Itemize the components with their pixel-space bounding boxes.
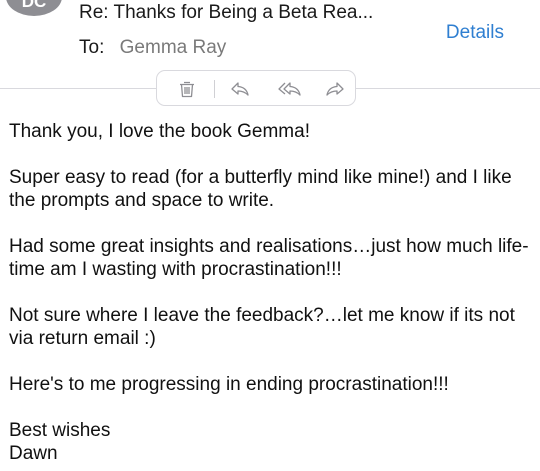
signature-block: Best wishes Dawn [9,419,534,465]
paragraph-4: Here's to me progressing in ending procr… [9,374,449,395]
trash-button[interactable] [176,78,198,100]
signoff-text: Best wishes [9,420,111,441]
reply-all-button[interactable] [277,78,301,100]
forward-icon [326,82,344,96]
paragraph-1: Super easy to read (for a butterfly mind… [9,167,512,211]
divider-left [0,88,156,89]
paragraph-2: Had some great insights and realisations… [9,236,529,280]
paragraph-3: Not sure where I leave the feedback?…let… [9,305,515,349]
toolbar-separator [214,80,215,98]
email-subject: Re: Thanks for Being a Beta Rea... [79,2,374,23]
email-view: DC Re: Thanks for Being a Beta Rea... To… [0,0,540,471]
reply-all-icon [278,82,301,96]
message-toolbar [156,70,356,106]
to-label: To: [79,37,105,58]
divider-right [356,88,540,89]
recipient-name[interactable]: Gemma Ray [120,37,227,58]
reply-button[interactable] [229,78,251,100]
forward-button[interactable] [324,78,346,100]
message-body[interactable]: Thank you, I love the book Gemma! Super … [9,120,534,465]
greeting-text: Thank you, I love the book Gemma! [9,121,310,142]
trash-icon [180,81,194,98]
signature-name: Dawn [9,443,58,464]
details-link[interactable]: Details [446,22,504,44]
recipient-row: To: Gemma Ray [79,37,226,59]
avatar[interactable]: DC [6,0,62,16]
reply-icon [231,82,249,96]
